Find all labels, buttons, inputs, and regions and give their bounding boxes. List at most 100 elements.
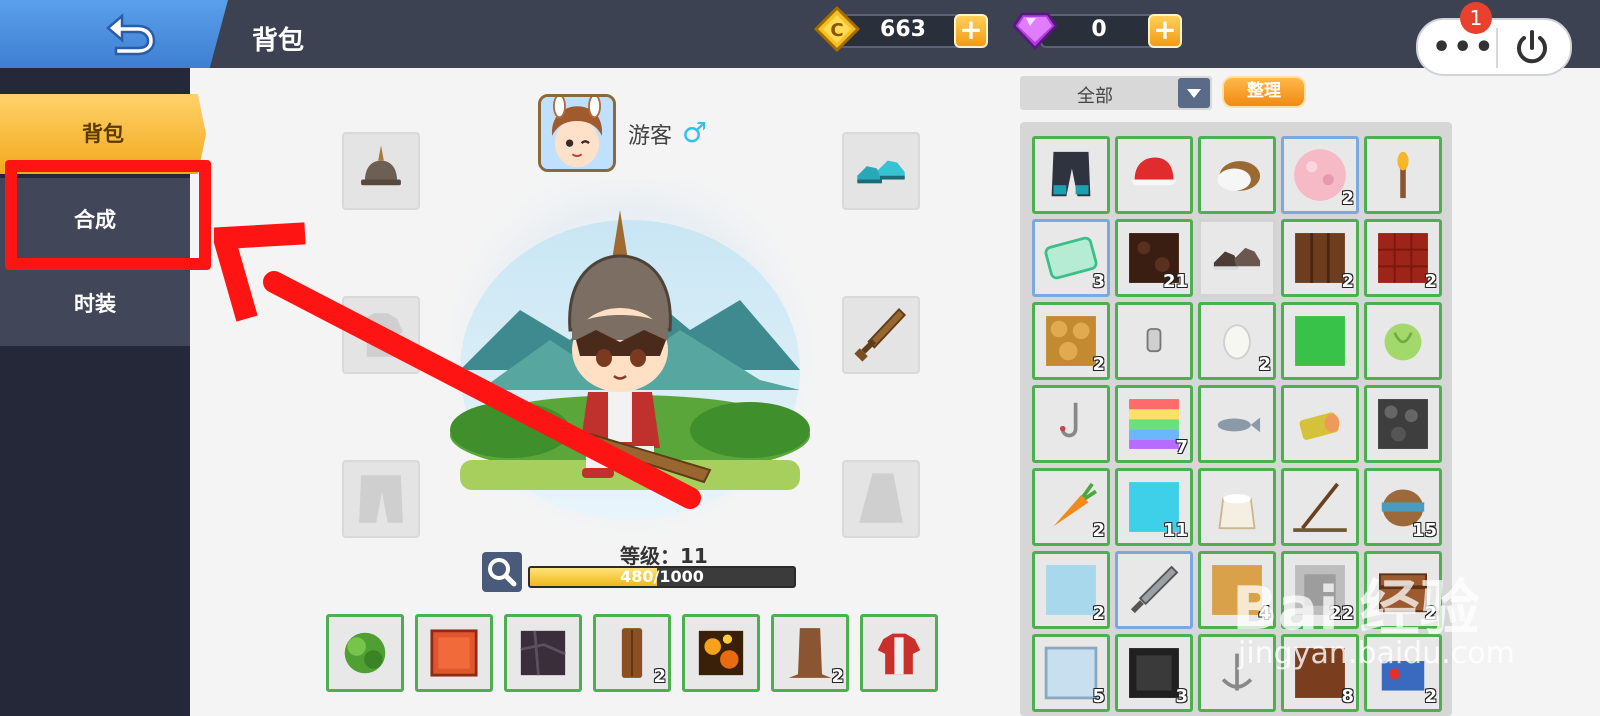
- inventory-slot[interactable]: 2: [1364, 219, 1442, 297]
- item-count: 2: [1341, 271, 1354, 292]
- equip-slot-weapon[interactable]: [842, 296, 920, 374]
- torch-icon: [1397, 151, 1409, 199]
- tutorial-arrow-annotation: [214, 222, 701, 509]
- back-arrow-icon: [106, 13, 156, 56]
- pants-icon: [1051, 151, 1091, 197]
- log-slice-icon: [1299, 412, 1340, 440]
- equip-slot-shoes[interactable]: [842, 132, 920, 210]
- lamp-icon: [1146, 328, 1162, 353]
- coin-value: 663: [880, 17, 926, 42]
- inventory-slot[interactable]: 2: [1032, 551, 1110, 629]
- more-options-button[interactable]: •••: [1432, 30, 1496, 65]
- shoes-icon: [857, 160, 905, 184]
- item-count: 2: [1092, 354, 1105, 375]
- inventory-slot[interactable]: [1281, 468, 1359, 546]
- inventory-slot[interactable]: [1115, 136, 1193, 214]
- gem-icon: [1012, 12, 1058, 50]
- xp-progress-text: 480/1000: [620, 567, 704, 586]
- equip-slot-helmet[interactable]: [342, 132, 420, 210]
- player-name: 游客: [628, 124, 673, 149]
- inventory-slot[interactable]: 2: [1198, 302, 1276, 380]
- inventory-slot[interactable]: 2: [1032, 302, 1110, 380]
- hotbar-slot[interactable]: [682, 614, 760, 692]
- equip-slot-cape[interactable]: [842, 460, 920, 538]
- inventory-slot[interactable]: 2: [1281, 219, 1359, 297]
- watermark-logo: Bai 经验: [1232, 574, 1480, 644]
- chevron-down-icon: [1187, 89, 1201, 98]
- lava-block-icon: [698, 630, 744, 676]
- leaf-block-icon: [344, 632, 386, 674]
- inventory-slot[interactable]: [1198, 219, 1276, 297]
- item-count: 2: [1341, 188, 1354, 209]
- inventory-slot[interactable]: [1032, 385, 1110, 463]
- notification-badge: 1: [1460, 2, 1492, 34]
- item-count: 2: [1092, 520, 1105, 541]
- avatar[interactable]: [538, 94, 616, 172]
- inventory-slot[interactable]: [1115, 302, 1193, 380]
- inventory-slot[interactable]: [1115, 551, 1193, 629]
- hotbar-slot[interactable]: 2: [593, 614, 671, 692]
- inventory-slot[interactable]: 5: [1032, 634, 1110, 712]
- inventory-slot[interactable]: 21: [1115, 219, 1193, 297]
- red-brick-icon: [430, 629, 478, 677]
- inventory-slot[interactable]: [1364, 136, 1442, 214]
- menu-divider: [1496, 28, 1498, 68]
- buy-coins-button[interactable]: +: [954, 14, 988, 48]
- gravel-icon: [1378, 399, 1428, 449]
- sort-button[interactable]: 整理: [1222, 76, 1306, 108]
- inventory-slot[interactable]: [1281, 302, 1359, 380]
- inventory-slot[interactable]: [1198, 136, 1276, 214]
- inventory-slot[interactable]: [1032, 136, 1110, 214]
- item-count: 2: [831, 666, 844, 687]
- hotbar-slot[interactable]: [326, 614, 404, 692]
- inventory-slot[interactable]: [1198, 468, 1276, 546]
- red-cap-icon: [1130, 157, 1178, 186]
- fishing-rod-icon: [1293, 482, 1347, 532]
- hotbar-slot[interactable]: [860, 614, 938, 692]
- inventory-slot[interactable]: [1281, 385, 1359, 463]
- item-count: 21: [1162, 271, 1188, 292]
- zoom-button[interactable]: [482, 552, 522, 592]
- inventory-slot[interactable]: [1364, 302, 1442, 380]
- item-count: 7: [1175, 437, 1188, 458]
- gem-value: 0: [1091, 17, 1107, 42]
- inventory-slot[interactable]: 2: [1032, 468, 1110, 546]
- page-title: 背包: [252, 26, 305, 56]
- hotbar-slot[interactable]: 2: [771, 614, 849, 692]
- male-gender-icon: ♂: [682, 116, 708, 149]
- inventory-slot[interactable]: [1198, 385, 1276, 463]
- item-count: 11: [1162, 520, 1188, 541]
- item-count: 3: [1175, 686, 1188, 707]
- inventory-slot[interactable]: 15: [1364, 468, 1442, 546]
- power-icon[interactable]: [1512, 28, 1552, 68]
- filter-dropdown-button[interactable]: [1178, 78, 1210, 108]
- inventory-slot[interactable]: 11: [1115, 468, 1193, 546]
- inventory-slot[interactable]: 7: [1115, 385, 1193, 463]
- helmet-icon: [361, 145, 401, 186]
- player-level: 等级：11: [620, 544, 708, 568]
- watermark-url: jingyan.baidu.com: [1238, 636, 1515, 671]
- sidebar-item-fashion[interactable]: 时装: [0, 262, 190, 346]
- hotbar-slot[interactable]: [415, 614, 493, 692]
- item-count: 8: [1341, 686, 1354, 707]
- buy-gems-button[interactable]: +: [1148, 14, 1182, 48]
- category-filter-label: 全部: [1077, 86, 1113, 107]
- item-count: 2: [1424, 686, 1437, 707]
- dark-stone-icon: [520, 630, 566, 676]
- inventory-slot[interactable]: [1364, 385, 1442, 463]
- item-count: 2: [1258, 354, 1271, 375]
- highlight-annotation-box: [5, 160, 211, 270]
- sword-icon: [854, 308, 907, 362]
- svg-text:C: C: [830, 20, 843, 41]
- fish-hook-icon: [1059, 402, 1078, 438]
- dagger-icon: [1130, 565, 1179, 614]
- item-count: 2: [1092, 603, 1105, 624]
- inventory-slot[interactable]: 3: [1115, 634, 1193, 712]
- top-bar: [0, 0, 1600, 68]
- inventory-slot[interactable]: 2: [1281, 136, 1359, 214]
- shoes-icon: [1213, 247, 1261, 270]
- cape-placeholder-icon: [859, 473, 903, 523]
- inventory-slot[interactable]: 3: [1032, 219, 1110, 297]
- hotbar-slot[interactable]: [504, 614, 582, 692]
- red-shirt-icon: [877, 633, 921, 675]
